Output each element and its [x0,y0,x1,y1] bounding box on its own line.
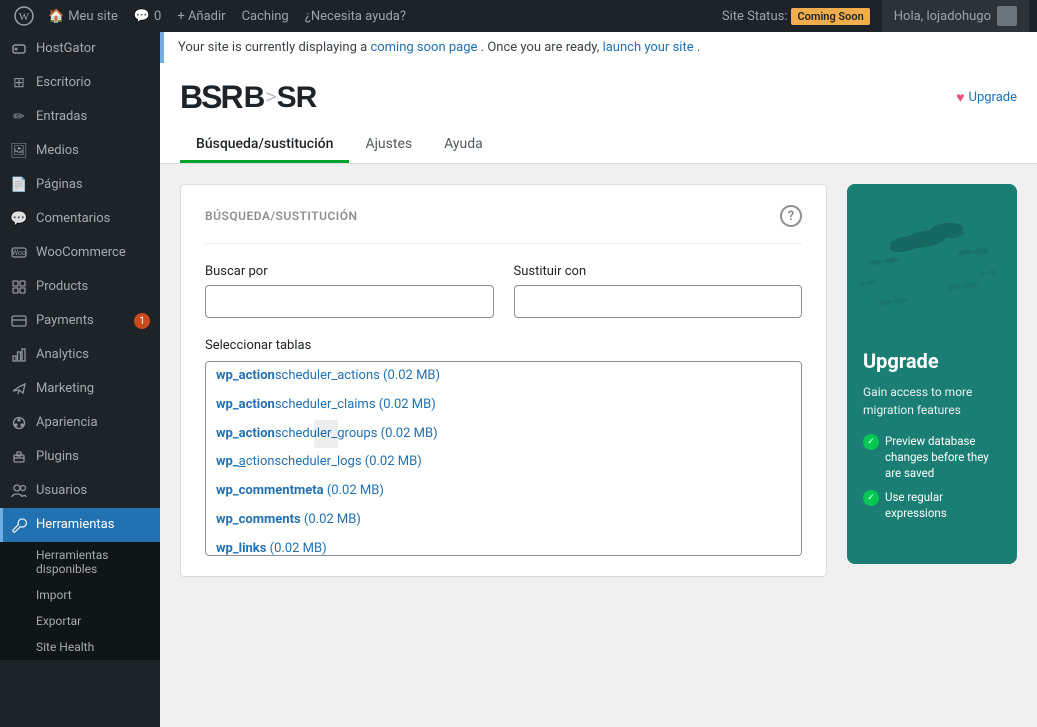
list-item[interactable]: wp_actionscheduler_groups (0.02 MB) [206,420,801,449]
admin-bar: W 🏠 Meu site 💬 0 + Añadir Caching ¿Neces… [0,0,1037,32]
svg-text:Woo: Woo [12,249,26,257]
search-label: Buscar por [205,264,494,279]
sidebar-subitem-exportar[interactable]: Exportar [0,608,160,634]
upgrade-link[interactable]: ♥ Upgrade [956,89,1017,106]
coming-soon-link[interactable]: coming soon page [370,40,477,55]
sidebar-subitem-import[interactable]: Import [0,582,160,608]
card-title: BÚSQUEDA/SUSTITUCIÓN [205,209,358,223]
site-notice: Your site is currently displaying a comi… [160,32,1037,63]
sidebar-item-entradas[interactable]: ✏ Entradas [0,100,160,134]
sidebar-item-herramientas[interactable]: Herramientas [0,508,160,542]
upgrade-card: Upgrade Gain access to more migration fe… [847,184,1017,564]
check-icon-2: ✓ [863,490,879,506]
upgrade-card-title: Upgrade [863,349,1001,373]
sidebar-item-products[interactable]: Products [0,270,160,304]
herramientas-icon [10,516,28,534]
upgrade-feature-2: ✓ Use regular expressions [863,489,1001,521]
tab-ajustes[interactable]: Ajustes [349,128,428,163]
payments-icon [10,312,28,330]
list-item[interactable]: wp_actionscheduler_logs (0.02 MB) [206,448,801,477]
products-icon [10,278,28,296]
add-item[interactable]: + Añadir [169,0,233,32]
upgrade-card-content: Upgrade Gain access to more migration fe… [863,349,1001,521]
sidebar-item-woocommerce[interactable]: Woo WooCommerce [0,236,160,270]
sidebar-item-apariencia[interactable]: Apariencia [0,406,160,440]
marketing-icon [10,380,28,398]
escritorio-icon: ⊞ [10,74,28,92]
sidebar-subitem-site-health[interactable]: Site Health [0,634,160,660]
sidebar-item-comentarios[interactable]: 💬 Comentarios [0,202,160,236]
wp-logo-icon[interactable]: W [8,0,40,32]
list-item[interactable]: wp_actionscheduler_claims (0.02 MB) [206,391,801,420]
tab-ayuda[interactable]: Ayuda [428,128,499,163]
analytics-icon [10,346,28,364]
plugin-header: BSR B > SR ♥ Upgrade Búsqueda/sustitució… [160,63,1037,164]
upgrade-card-text: Gain access to more migration features [863,383,1001,419]
adminbar-right: Site Status: Coming Soon Hola, lojadohug… [710,0,1029,32]
launch-site-link[interactable]: launch your site [603,40,694,55]
plugin-header-top: BSR B > SR ♥ Upgrade [180,79,1017,116]
tables-label: Seleccionar tablas [205,338,802,353]
list-item[interactable]: wp_commentmeta (0.02 MB) [206,477,801,506]
list-item[interactable]: wp_comments (0.02 MB) [206,506,801,535]
tab-busqueda[interactable]: Búsqueda/sustitución [180,128,349,163]
plugin-tabs: Búsqueda/sustitución Ajustes Ayuda [180,128,1017,163]
birds-decoration [847,184,1017,364]
search-input[interactable] [205,285,494,318]
user-avatar [997,6,1017,26]
payments-badge: 1 [134,313,150,329]
admin-sidebar: HostGator ⊞ Escritorio ✏ Entradas 🖼 Medi… [0,32,160,727]
replace-field-group: Sustituir con [514,264,803,318]
card-header: BÚSQUEDA/SUSTITUCIÓN ? [205,205,802,244]
paginas-icon: 📄 [10,176,28,194]
search-replace-card: BÚSQUEDA/SUSTITUCIÓN ? Buscar por Sustit… [180,184,827,577]
site-name-item[interactable]: 🏠 Meu site [40,0,126,32]
sidebar-item-marketing[interactable]: Marketing [0,372,160,406]
search-replace-panel: BÚSQUEDA/SUSTITUCIÓN ? Buscar por Sustit… [180,184,827,707]
comments-item[interactable]: 💬 0 [126,0,170,32]
site-status-button[interactable]: Site Status: Coming Soon [710,0,882,32]
replace-input[interactable] [514,285,803,318]
logo-letters: B > SR [244,81,317,115]
sidebar-item-analytics[interactable]: Analytics [0,338,160,372]
tables-list[interactable]: wp_actionscheduler_actions (0.02 MB) wp_… [205,361,802,556]
sidebar-subitem-herramientas-disponibles[interactable]: Herramientas disponibles [0,542,160,582]
woocommerce-icon: Woo [10,244,28,262]
check-icon-1: ✓ [863,434,879,450]
list-item[interactable]: wp_actionscheduler_actions (0.02 MB) [206,362,801,391]
sidebar-item-paginas[interactable]: 📄 Páginas [0,168,160,202]
sidebar-item-usuarios[interactable]: Usuarios [0,474,160,508]
comentarios-icon: 💬 [10,210,28,228]
upgrade-feature-1: ✓ Preview database changes before they a… [863,433,1001,481]
bsr-logo: BSR B > SR [180,79,316,116]
help-icon[interactable]: ? [780,205,802,227]
hostgator-icon [10,40,28,58]
sidebar-item-hostgator[interactable]: HostGator [0,32,160,66]
entradas-icon: ✏ [10,108,28,126]
caching-item[interactable]: Caching [234,0,297,32]
user-menu[interactable]: Hola, lojadohugo [882,0,1029,32]
content-inner: BÚSQUEDA/SUSTITUCIÓN ? Buscar por Sustit… [160,164,1037,727]
list-item[interactable]: wp_links (0.02 MB) [206,535,801,556]
help-item[interactable]: ¿Necesita ayuda? [297,0,414,32]
sidebar-item-plugins[interactable]: Plugins [0,440,160,474]
sidebar-item-escritorio[interactable]: ⊞ Escritorio [0,66,160,100]
plugins-icon [10,448,28,466]
usuarios-icon [10,482,28,500]
upgrade-sidebar: Upgrade Gain access to more migration fe… [847,184,1017,707]
tables-section: Seleccionar tablas wp_actionscheduler_ac… [205,338,802,556]
svg-text:W: W [19,11,30,23]
medios-icon: 🖼 [10,142,28,160]
sidebar-item-payments[interactable]: Payments 1 [0,304,160,338]
replace-label: Sustituir con [514,264,803,279]
search-replace-fields: Buscar por Sustituir con [205,264,802,318]
search-field-group: Buscar por [205,264,494,318]
status-badge: Coming Soon [791,8,869,25]
sidebar-item-medios[interactable]: 🖼 Medios [0,134,160,168]
heart-icon: ♥ [956,89,964,106]
main-layout: HostGator ⊞ Escritorio ✏ Entradas 🖼 Medi… [0,32,1037,727]
content-area: Your site is currently displaying a comi… [160,32,1037,727]
apariencia-icon [10,414,28,432]
